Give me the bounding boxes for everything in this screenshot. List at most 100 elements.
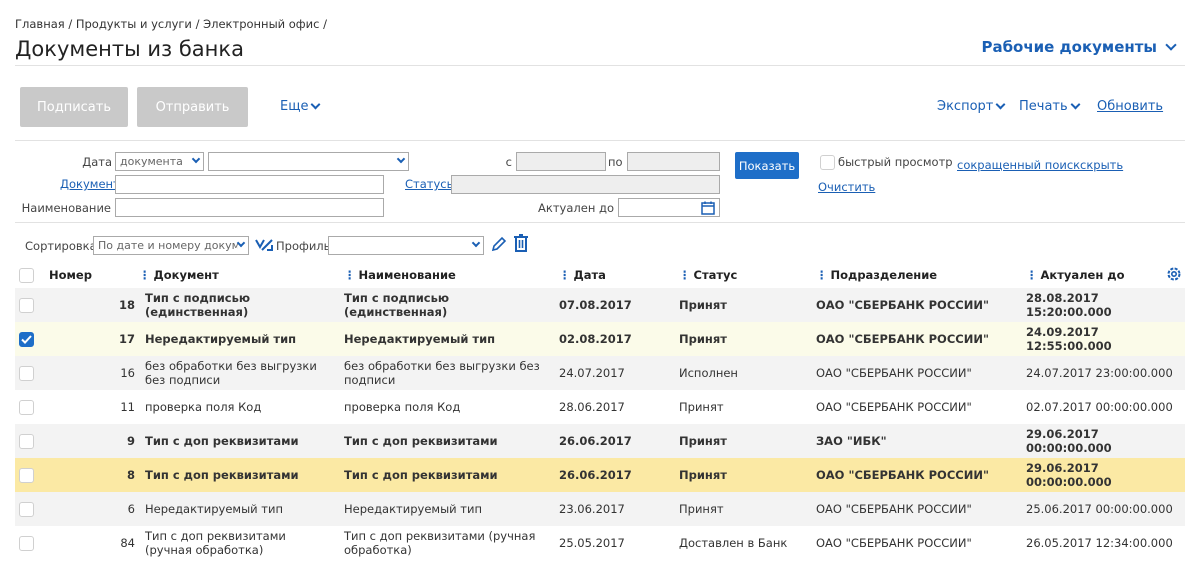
breadcrumb[interactable]: Главная / Продукты и услуги / Электронны…: [15, 17, 327, 31]
hide-link[interactable]: скрыть: [1080, 158, 1123, 172]
cell-date: 28.06.2017: [559, 400, 625, 414]
row-checkbox[interactable]: [19, 297, 34, 313]
row-checkbox[interactable]: [19, 399, 34, 415]
sort-direction-icon[interactable]: [254, 236, 274, 254]
chevron-down-icon: [396, 154, 406, 164]
page-title: Документы из банка: [15, 37, 244, 61]
col-header-number[interactable]: Номер: [45, 262, 135, 288]
statuses-input[interactable]: [451, 175, 720, 194]
cell-actual-until: 28.08.2017 15:20:00.000: [1022, 288, 1185, 322]
print-menu[interactable]: Печать: [1019, 99, 1081, 114]
col-header-name[interactable]: ⋮ Наименование: [340, 262, 555, 288]
cell-actual-until: 25.06.2017 00:00:00.000: [1022, 492, 1185, 526]
col-header-document[interactable]: ⋮ Документ: [135, 262, 340, 288]
document-input[interactable]: [115, 175, 384, 194]
cell-number: 11: [120, 400, 135, 414]
row-checkbox[interactable]: [19, 535, 34, 551]
check-icon: [21, 334, 32, 344]
cell-date: 02.08.2017: [555, 322, 675, 356]
cell-name: Тип с доп реквизитами: [340, 424, 555, 458]
col-header-actual-until[interactable]: ⋮ Актуален до: [1022, 262, 1185, 288]
date-to-label: по: [608, 155, 623, 169]
col-header-status[interactable]: ⋮ Статус: [675, 262, 812, 288]
quick-view-label: быстрый просмотр: [838, 155, 953, 169]
cell-department: ОАО "СБЕРБАНК РОССИИ": [816, 536, 972, 550]
cell-date: 24.07.2017: [555, 356, 675, 390]
calendar-icon[interactable]: [701, 201, 715, 215]
table-row[interactable]: 84 Тип с доп реквизитами (ручная обработ…: [15, 526, 1185, 560]
work-docs-label: Рабочие документы: [981, 38, 1157, 56]
more-menu[interactable]: Еще: [280, 99, 321, 114]
cell-name: проверка поля Код: [344, 400, 461, 414]
print-label: Печать: [1019, 99, 1068, 114]
refresh-link[interactable]: Обновить: [1097, 99, 1163, 114]
cell-date: 26.06.2017: [555, 424, 675, 458]
date-from-input[interactable]: [516, 152, 606, 171]
cell-name: Тип с доп реквизитами: [340, 458, 555, 492]
date-type-select[interactable]: документа: [115, 152, 204, 171]
table-row[interactable]: 18 Тип с подписью (единственная) Тип с п…: [15, 288, 1185, 322]
profile-select[interactable]: [328, 236, 484, 255]
cell-actual-until: 24.09.2017 12:55:00.000: [1022, 322, 1185, 356]
cell-status: Принят: [675, 322, 812, 356]
cell-actual-until: 29.06.2017 00:00:00.000: [1022, 424, 1185, 458]
cell-date: 07.08.2017: [555, 288, 675, 322]
cell-status: Принят: [675, 288, 812, 322]
cell-document: Нередактируемый тип: [135, 322, 340, 356]
col-header-department[interactable]: ⋮ Подразделение: [812, 262, 1022, 288]
pencil-icon[interactable]: [490, 235, 508, 253]
col-header-date[interactable]: ⋮ Дата: [555, 262, 675, 288]
date-period-select[interactable]: [208, 152, 409, 171]
cell-department: ОАО "СБЕРБАНК РОССИИ": [812, 458, 1022, 492]
row-checkbox[interactable]: [19, 467, 34, 483]
cell-date: 25.05.2017: [559, 536, 625, 550]
table-row[interactable]: 11 проверка поля Код проверка поля Код 2…: [15, 390, 1185, 424]
select-all-checkbox[interactable]: [19, 267, 34, 283]
sort-select[interactable]: По дате и номеру докуме: [93, 236, 249, 255]
sort-value: По дате и номеру докуме: [98, 239, 238, 252]
show-button[interactable]: Показать: [735, 152, 799, 179]
cell-status: Доставлен в Банк: [679, 536, 788, 550]
cell-actual-until: 02.07.2017 00:00:00.000: [1026, 400, 1173, 414]
cell-department: ОАО "СБЕРБАНК РОССИИ": [812, 492, 1022, 526]
more-label: Еще: [280, 99, 309, 114]
cell-status: Принят: [675, 424, 812, 458]
documents-table: Номер ⋮ Документ ⋮ Наименование ⋮ Дата ⋮ Ста…: [15, 262, 1185, 560]
actual-until-input[interactable]: [618, 198, 720, 217]
chevron-down-icon: [311, 99, 321, 109]
name-input[interactable]: [115, 198, 384, 217]
cell-document: Тип с доп реквизитами: [135, 458, 340, 492]
table-row[interactable]: 6 Нередактируемый тип Нередактируемый ти…: [15, 492, 1185, 526]
row-checkbox[interactable]: [19, 501, 34, 517]
table-row[interactable]: 8 Тип с доп реквизитами Тип с доп реквиз…: [15, 458, 1185, 492]
statuses-link[interactable]: Статусы: [405, 177, 456, 191]
row-checkbox[interactable]: [19, 365, 34, 381]
row-checkbox[interactable]: [19, 433, 34, 449]
sign-button[interactable]: Подписать: [20, 87, 128, 127]
clear-link[interactable]: Очистить: [818, 180, 875, 194]
work-docs-dropdown[interactable]: Рабочие документы: [981, 38, 1177, 56]
cell-number: 17: [45, 322, 135, 356]
cell-number: 84: [120, 536, 135, 550]
table-row[interactable]: 16 без обработки без выгрузки без подпис…: [15, 356, 1185, 390]
table-row[interactable]: 17 Нередактируемый тип Нередактируемый т…: [15, 322, 1185, 356]
cell-actual-until: 24.07.2017 23:00:00.000: [1022, 356, 1185, 390]
document-link[interactable]: Документ: [60, 177, 120, 191]
chevron-down-icon: [471, 238, 481, 248]
quick-view-checkbox[interactable]: [820, 155, 835, 170]
send-button[interactable]: Отправить: [137, 87, 248, 127]
cell-document: Тип с подписью (единственная): [135, 288, 340, 322]
cell-department: ОАО "СБЕРБАНК РОССИИ": [812, 356, 1022, 390]
table-row[interactable]: 9 Тип с доп реквизитами Тип с доп реквиз…: [15, 424, 1185, 458]
trash-icon[interactable]: [513, 234, 529, 253]
date-to-input[interactable]: [627, 152, 720, 171]
cell-department: ОАО "СБЕРБАНК РОССИИ": [816, 400, 972, 414]
date-label: Дата: [82, 155, 112, 169]
row-checkbox-checked[interactable]: [19, 331, 34, 347]
cell-date: 23.06.2017: [555, 492, 675, 526]
chevron-down-icon: [1165, 38, 1177, 51]
chevron-down-icon: [236, 238, 246, 248]
short-search-link[interactable]: сокращенный поиск: [957, 158, 1080, 172]
cell-name: Нередактируемый тип: [340, 322, 555, 356]
export-menu[interactable]: Экспорт: [937, 99, 1006, 114]
